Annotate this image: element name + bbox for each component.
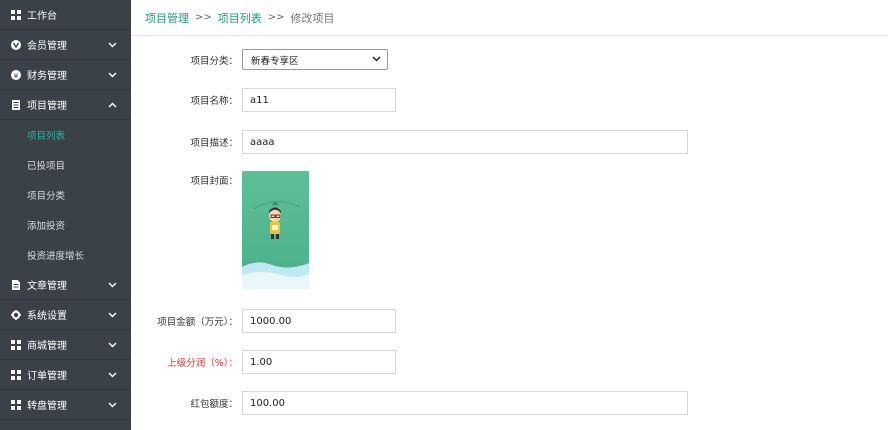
chevron-down-icon: [107, 370, 117, 380]
sidebar-subitem-project-list[interactable]: 项目列表: [0, 120, 131, 150]
page-title: 修改项目: [290, 11, 335, 25]
sidebar-item-label: 财务管理: [27, 71, 67, 82]
upline-share-label: 上级分润（%）：: [167, 358, 238, 369]
sidebar-subitem-investment-progress[interactable]: 投资进度增长: [0, 240, 131, 270]
upline-share-input[interactable]: 1.00: [242, 350, 396, 374]
chevron-down-icon: [372, 54, 381, 65]
sidebar-item-label: 文章管理: [27, 281, 67, 292]
sidebar-item-label: 转盘管理: [27, 401, 67, 412]
breadcrumb-separator: >>: [195, 12, 212, 23]
sidebar-subitem-add-investment[interactable]: 添加投资: [0, 210, 131, 240]
amount-row: 项目金额（万元）： 1000.00: [131, 309, 396, 333]
cover-row: 项目封面：: [131, 171, 309, 289]
edit-project-form: 项目分类： 新春专享区 项目名称： a11 项目描述： aaaa 项目封面： 项…: [131, 36, 888, 430]
gear-icon: [11, 309, 21, 320]
project-icon: [11, 99, 21, 110]
breadcrumb-project-list[interactable]: 项目列表: [218, 10, 262, 26]
chevron-up-icon: [107, 100, 117, 110]
order-icon: [11, 369, 21, 380]
breadcrumb-project-management[interactable]: 项目管理: [145, 10, 189, 26]
sidebar-item-wheel[interactable]: 转盘管理: [0, 390, 131, 420]
shop-icon: [11, 339, 21, 350]
category-row: 项目分类： 新春专享区: [131, 49, 388, 70]
sidebar-item-label: 商城管理: [27, 341, 67, 352]
chevron-down-icon: [107, 400, 117, 410]
sidebar-item-label: 订单管理: [27, 371, 67, 382]
sidebar-item-orders[interactable]: 订单管理: [0, 360, 131, 390]
sidebar-item-members[interactable]: 会员管理: [0, 30, 131, 60]
sidebar-item-label: 系统设置: [27, 311, 67, 322]
sidebar-item-articles[interactable]: 文章管理: [0, 270, 131, 300]
cover-label: 项目封面：: [190, 176, 238, 187]
project-description-input[interactable]: aaaa: [242, 130, 688, 154]
finance-icon: ¥: [11, 69, 21, 80]
chevron-down-icon: [107, 340, 117, 350]
sidebar-item-shop[interactable]: 商城管理: [0, 330, 131, 360]
article-icon: [11, 279, 21, 290]
amount-label: 项目金额（万元）：: [157, 317, 238, 328]
project-name-input[interactable]: a11: [242, 88, 396, 112]
redpack-label: 红包额度：: [190, 399, 238, 410]
sidebar-item-finance[interactable]: ¥ 财务管理: [0, 60, 131, 90]
sidebar-subitem-project-category[interactable]: 项目分类: [0, 180, 131, 210]
category-label: 项目分类：: [190, 55, 238, 67]
cover-image[interactable]: [242, 171, 309, 289]
redpack-row: 红包额度： 100.00: [131, 391, 688, 415]
name-label: 项目名称：: [190, 96, 238, 107]
dashboard-icon: [11, 9, 21, 20]
chevron-down-icon: [107, 280, 117, 290]
sidebar-item-workbench[interactable]: 工作台: [0, 0, 131, 30]
chevron-down-icon: [107, 70, 117, 80]
svg-text:¥: ¥: [14, 72, 19, 80]
sidebar-item-settings[interactable]: 系统设置: [0, 300, 131, 330]
breadcrumb-separator: >>: [267, 12, 285, 23]
chevron-down-icon: [107, 310, 117, 320]
sidebar-subitem-invested-projects[interactable]: 已投项目: [0, 150, 131, 180]
project-submenu: 项目列表 已投项目 项目分类 添加投资 投资进度增长: [0, 120, 131, 270]
description-label: 项目描述：: [190, 138, 238, 149]
sidebar-item-label: 项目管理: [27, 101, 67, 112]
sidebar: 工作台 会员管理 ¥ 财务管理 项目管理 项目列表 已投项目 项目分类 添加投资: [0, 0, 131, 430]
breadcrumb: 项目管理 >> 项目列表 >> 修改项目: [131, 0, 888, 36]
chevron-down-icon: [107, 40, 117, 50]
name-row: 项目名称： a11: [131, 88, 396, 112]
category-selected-value: 新春专享区: [251, 55, 299, 67]
category-select[interactable]: 新春专享区: [242, 49, 388, 70]
description-row: 项目描述： aaaa: [131, 130, 688, 154]
project-amount-input[interactable]: 1000.00: [242, 309, 396, 333]
sidebar-item-projects[interactable]: 项目管理: [0, 90, 131, 120]
share-row: 上级分润（%）： 1.00: [131, 350, 396, 374]
sidebar-item-label: 工作台: [27, 11, 57, 22]
wheel-icon: [11, 399, 21, 410]
member-icon: [11, 39, 21, 50]
redpack-amount-input[interactable]: 100.00: [242, 391, 688, 415]
sidebar-item-label: 会员管理: [27, 41, 67, 52]
